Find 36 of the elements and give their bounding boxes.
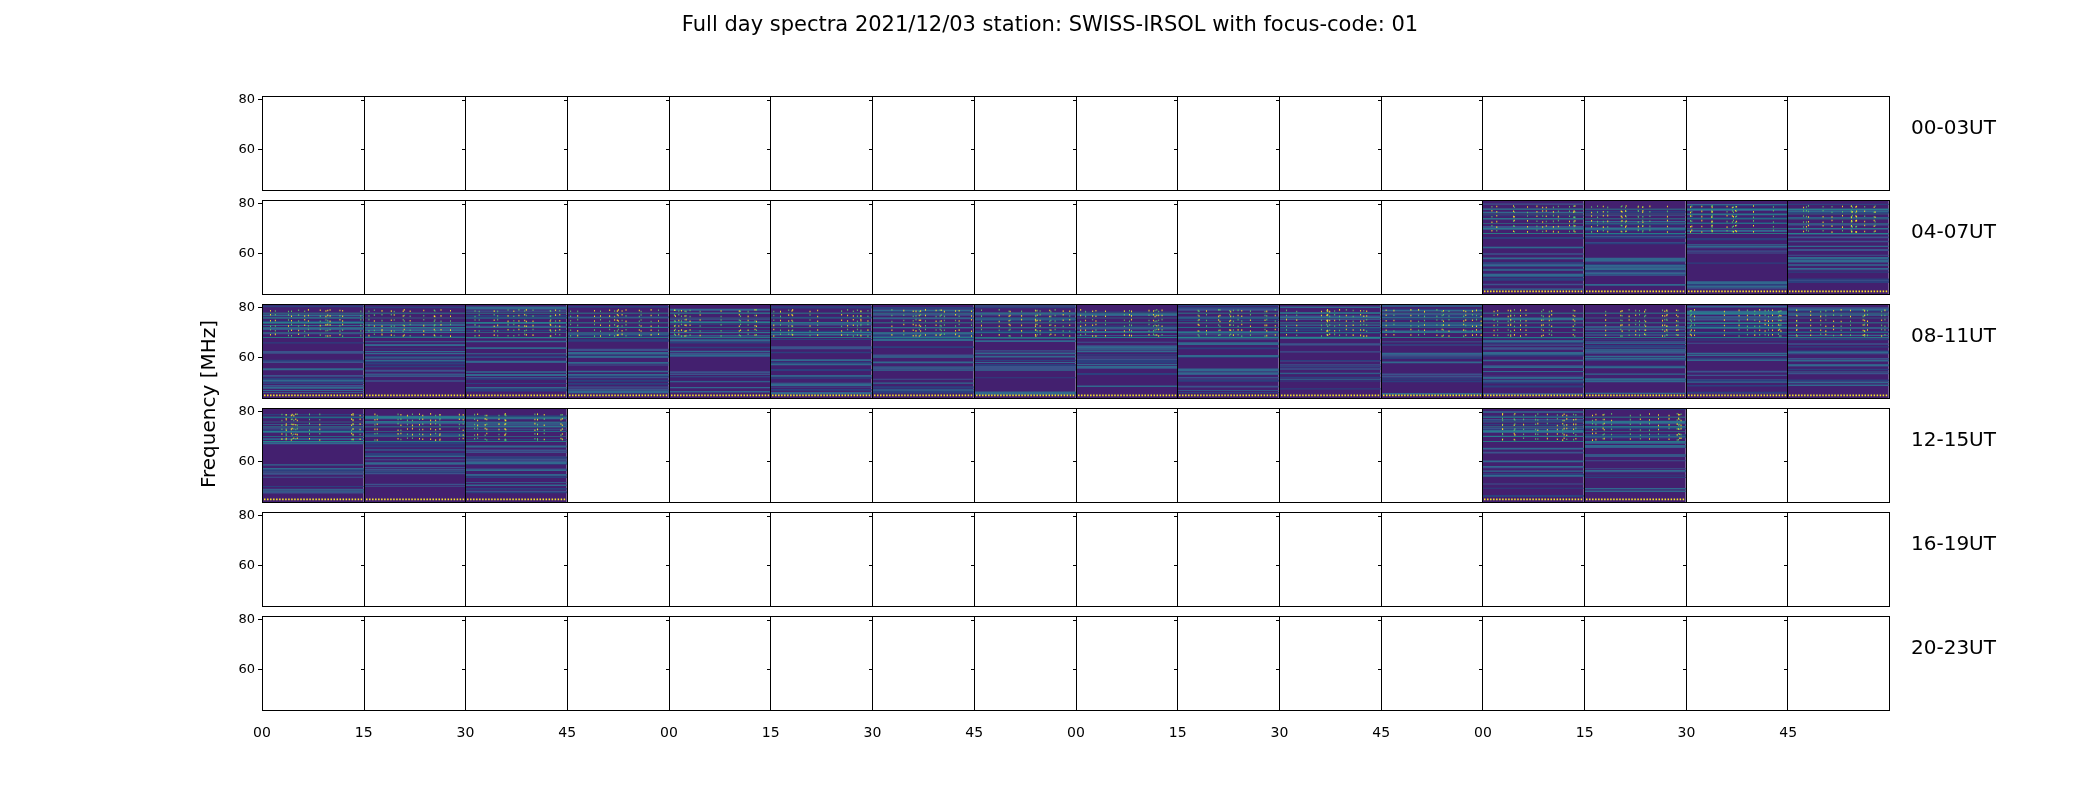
tick-label: 00 <box>253 724 271 740</box>
row-label: 12-15UT <box>1911 426 1997 451</box>
tick-label: 60 <box>238 246 255 261</box>
row-label: 20-23UT <box>1911 634 1997 659</box>
tick-label: 45 <box>1779 724 1798 740</box>
row-label: 16-19UT <box>1911 530 1997 555</box>
row-label: 00-03UT <box>1911 114 1997 139</box>
tick-label: 60 <box>238 662 255 677</box>
tick-label: 45 <box>965 724 984 740</box>
tick-label: 60 <box>238 142 255 157</box>
figure-title: Full day spectra 2021/12/03 station: SWISS-IRSOL with focus-code: 01 <box>681 12 1419 37</box>
tick-label: 00 <box>660 724 678 740</box>
tick-label: 30 <box>456 724 475 740</box>
tick-label: 15 <box>761 724 780 740</box>
tick-label: 80 <box>238 299 255 314</box>
tick-label: 30 <box>863 724 882 740</box>
tick-label: 60 <box>238 454 255 469</box>
tick-label: 80 <box>238 195 255 210</box>
tick-label: 60 <box>238 350 255 365</box>
tick-label: 15 <box>1168 724 1187 740</box>
row-label: 04-07UT <box>1911 218 1997 243</box>
tick-label: 80 <box>238 91 255 106</box>
tick-label: 45 <box>558 724 577 740</box>
tick-label: 45 <box>1372 724 1391 740</box>
tick-label: 80 <box>238 403 255 418</box>
tick-label: 00 <box>1067 724 1085 740</box>
axis-label: Frequency [MHz] <box>196 319 220 488</box>
tick-label: 15 <box>1575 724 1594 740</box>
tick-label: 30 <box>1270 724 1289 740</box>
row-label: 08-11UT <box>1911 322 1997 347</box>
tick-label: 30 <box>1677 724 1696 740</box>
tick-label: 15 <box>354 724 373 740</box>
tick-label: 80 <box>238 507 255 522</box>
tick-label: 00 <box>1474 724 1492 740</box>
tick-label: 80 <box>238 611 255 626</box>
tick-label: 60 <box>238 558 255 573</box>
